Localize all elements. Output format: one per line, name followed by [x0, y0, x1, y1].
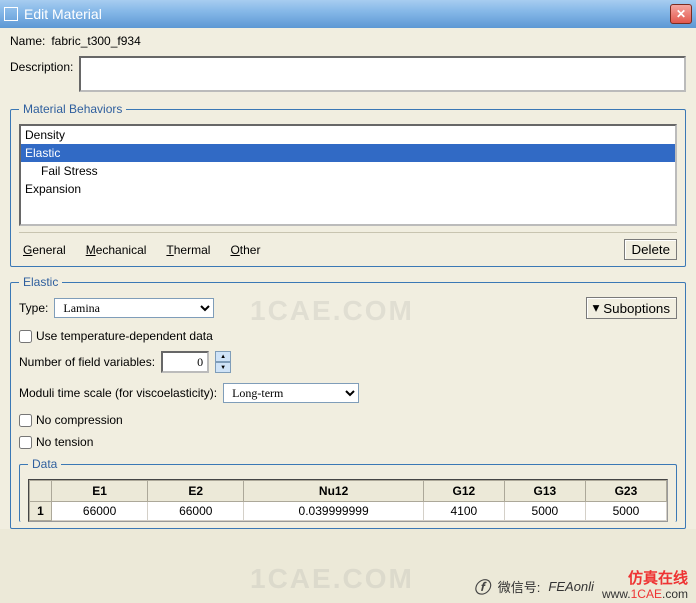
titlebar: Edit Material ✕: [0, 0, 696, 28]
description-input[interactable]: [79, 56, 686, 92]
elastic-legend: Elastic: [19, 275, 62, 289]
overlay-fea: FEAonli: [548, 579, 594, 594]
table-header[interactable]: Nu12: [244, 481, 423, 502]
spinner-up[interactable]: ▲: [215, 351, 231, 362]
table-cell[interactable]: 66000: [52, 502, 148, 521]
num-vars-spinner: ▲ ▼: [215, 351, 231, 373]
table-header[interactable]: G12: [423, 481, 504, 502]
window-title: Edit Material: [24, 6, 670, 22]
behaviors-item[interactable]: Fail Stress: [21, 162, 675, 180]
suboptions-label: Suboptions: [603, 301, 670, 316]
menu-thermal[interactable]: Thermal: [162, 241, 214, 259]
name-row: Name: fabric_t300_f934: [10, 34, 686, 48]
no-compression-checkbox[interactable]: [19, 414, 32, 427]
table-header[interactable]: E1: [52, 481, 148, 502]
overlay-url: www.1CAE.com: [602, 588, 688, 601]
behaviors-item[interactable]: Expansion: [21, 180, 675, 198]
watermark: 1CAE.COM: [250, 563, 414, 595]
behaviors-legend: Material Behaviors: [19, 102, 126, 116]
temp-dep-label: Use temperature-dependent data: [36, 329, 213, 343]
behaviors-item[interactable]: Density: [21, 126, 675, 144]
table-cell[interactable]: 5000: [585, 502, 666, 521]
moduli-select[interactable]: Long-term: [223, 383, 359, 403]
row-header-corner: [30, 481, 52, 502]
table-cell[interactable]: 0.039999999: [244, 502, 423, 521]
behaviors-list[interactable]: DensityElasticFail StressExpansion: [19, 124, 677, 226]
data-table-wrap: E1E2Nu12G12G13G23 166000660000.039999999…: [28, 479, 668, 522]
temp-dep-row: Use temperature-dependent data: [19, 329, 677, 343]
bottom-overlay: ⓕ 微信号: FEAonli 仿真在线 www.1CAE.com: [474, 571, 688, 601]
spinner-down[interactable]: ▼: [215, 362, 231, 373]
description-label: Description:: [10, 56, 73, 74]
elastic-fieldset: Elastic Type: Lamina ▾ Suboptions Use te…: [10, 275, 686, 529]
type-label: Type:: [19, 301, 48, 315]
suboptions-button[interactable]: ▾ Suboptions: [586, 297, 677, 319]
table-cell[interactable]: 66000: [148, 502, 244, 521]
table-header[interactable]: E2: [148, 481, 244, 502]
table-header[interactable]: G23: [585, 481, 666, 502]
type-row: Type: Lamina ▾ Suboptions: [19, 297, 677, 319]
name-value: fabric_t300_f934: [51, 34, 140, 48]
no-tension-row: No tension: [19, 435, 677, 449]
data-legend: Data: [28, 457, 61, 471]
no-compression-row: No compression: [19, 413, 677, 427]
close-icon: ✕: [676, 7, 686, 21]
row-number[interactable]: 1: [30, 502, 52, 521]
app-icon: [4, 7, 18, 21]
overlay-title: 仿真在线: [628, 571, 688, 588]
no-tension-label: No tension: [36, 435, 93, 449]
moduli-row: Moduli time scale (for viscoelasticity):…: [19, 383, 677, 403]
type-select[interactable]: Lamina: [54, 298, 214, 318]
data-fieldset: Data E1E2Nu12G12G13G23 166000660000.0399…: [19, 457, 677, 522]
menu-other[interactable]: Other: [226, 241, 264, 259]
temp-dep-checkbox[interactable]: [19, 330, 32, 343]
menu-row: General Mechanical Thermal Other Delete: [19, 232, 677, 260]
description-row: Description:: [10, 56, 686, 92]
num-vars-row: Number of field variables: ▲ ▼: [19, 351, 677, 373]
table-row[interactable]: 166000660000.039999999410050005000: [30, 502, 667, 521]
num-vars-input[interactable]: [161, 351, 209, 373]
moduli-label: Moduli time scale (for viscoelasticity):: [19, 386, 217, 400]
dialog-body: Name: fabric_t300_f934 Description: Mate…: [0, 28, 696, 529]
table-cell[interactable]: 5000: [504, 502, 585, 521]
overlay-logo: ⓕ: [474, 574, 490, 598]
menu-mechanical[interactable]: Mechanical: [82, 241, 151, 259]
overlay-wx: 微信号:: [498, 577, 541, 596]
table-cell[interactable]: 4100: [423, 502, 504, 521]
behaviors-fieldset: Material Behaviors DensityElasticFail St…: [10, 102, 686, 267]
table-header[interactable]: G13: [504, 481, 585, 502]
name-label: Name:: [10, 34, 45, 48]
behaviors-item[interactable]: Elastic: [21, 144, 675, 162]
caret-down-icon: ▾: [593, 300, 600, 316]
no-tension-checkbox[interactable]: [19, 436, 32, 449]
num-vars-label: Number of field variables:: [19, 355, 155, 369]
close-button[interactable]: ✕: [670, 4, 692, 24]
delete-button[interactable]: Delete: [624, 239, 677, 260]
data-table[interactable]: E1E2Nu12G12G13G23 166000660000.039999999…: [29, 480, 667, 521]
menu-general[interactable]: General: [19, 241, 70, 259]
no-compression-label: No compression: [36, 413, 123, 427]
